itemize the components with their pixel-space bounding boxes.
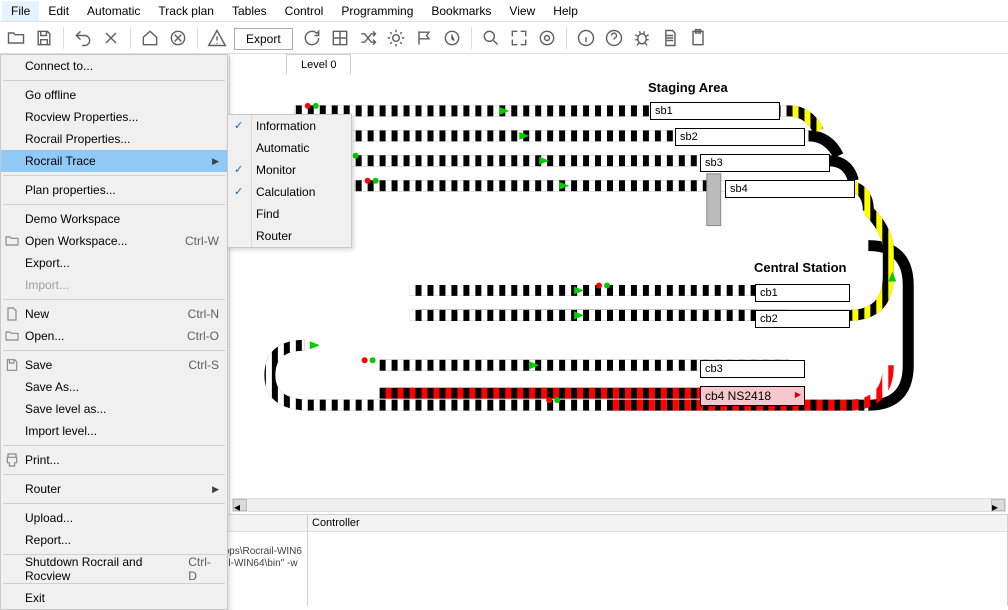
flag-icon[interactable] bbox=[412, 26, 436, 50]
menu-item-connect-to-[interactable]: Connect to... bbox=[1, 55, 227, 77]
level-tab[interactable]: Level 0 bbox=[286, 54, 351, 75]
sun-icon[interactable] bbox=[384, 26, 408, 50]
expand-icon[interactable] bbox=[507, 26, 531, 50]
menu-track-plan[interactable]: Track plan bbox=[149, 1, 223, 21]
menu-bookmarks[interactable]: Bookmarks bbox=[422, 1, 500, 21]
block-cb4[interactable]: cb4 NS2418▶ bbox=[700, 386, 805, 406]
document-icon[interactable] bbox=[658, 26, 682, 50]
refresh-icon[interactable] bbox=[300, 26, 324, 50]
controller-panel: Controller bbox=[308, 515, 1008, 606]
trace-item-automatic[interactable]: Automatic bbox=[228, 137, 351, 159]
cancel-circle-icon[interactable] bbox=[166, 26, 190, 50]
bug-icon[interactable] bbox=[630, 26, 654, 50]
warning-icon[interactable] bbox=[205, 26, 229, 50]
menu-item-rocrail-trace[interactable]: Rocrail Trace▶ bbox=[1, 150, 227, 172]
close-icon[interactable] bbox=[99, 26, 123, 50]
block-cb2[interactable]: cb2 bbox=[755, 310, 850, 328]
scroll-right-nub[interactable]: ▸ bbox=[991, 499, 1005, 511]
controller-panel-header: Controller bbox=[308, 515, 1007, 532]
toolbar bbox=[0, 22, 1008, 54]
trace-item-information[interactable]: Information bbox=[228, 115, 351, 137]
menu-automatic[interactable]: Automatic bbox=[78, 1, 149, 21]
menu-edit[interactable]: Edit bbox=[39, 1, 78, 21]
menu-item-exit[interactable]: Exit bbox=[1, 587, 227, 609]
menu-item-new[interactable]: NewCtrl-N bbox=[1, 303, 227, 325]
menu-tables[interactable]: Tables bbox=[223, 1, 276, 21]
menu-item-import-level-[interactable]: Import level... bbox=[1, 420, 227, 442]
help-icon[interactable] bbox=[602, 26, 626, 50]
save-icon[interactable] bbox=[32, 26, 56, 50]
menu-item-print-[interactable]: Print... bbox=[1, 449, 227, 471]
menu-item-report-[interactable]: Report... bbox=[1, 529, 227, 551]
menu-item-shutdown-rocrail-and-rocview[interactable]: Shutdown Rocrail and RocviewCtrl-D bbox=[1, 558, 227, 580]
block-sb1[interactable]: sb1 bbox=[650, 102, 780, 120]
menu-programming[interactable]: Programming bbox=[332, 1, 422, 21]
menu-item-upload-[interactable]: Upload... bbox=[1, 507, 227, 529]
menu-file[interactable]: File bbox=[2, 1, 39, 21]
central-station-label: Central Station bbox=[754, 260, 846, 275]
menu-view[interactable]: View bbox=[500, 1, 544, 21]
menu-item-open-[interactable]: Open...Ctrl-O bbox=[1, 325, 227, 347]
folder-icon[interactable] bbox=[4, 26, 28, 50]
clock-icon[interactable] bbox=[440, 26, 464, 50]
menubar: File Edit Automatic Track plan Tables Co… bbox=[0, 0, 1008, 22]
menu-item-save[interactable]: SaveCtrl-S bbox=[1, 354, 227, 376]
menu-item-go-offline[interactable]: Go offline bbox=[1, 84, 227, 106]
workspace: Connect to... Go offlineRocview Propertie… bbox=[0, 54, 1008, 514]
home-icon[interactable] bbox=[138, 26, 162, 50]
zoom-icon[interactable] bbox=[479, 26, 503, 50]
block-sb2[interactable]: sb2 bbox=[675, 128, 805, 146]
shuffle-icon[interactable] bbox=[356, 26, 380, 50]
scroll-left-nub[interactable]: ◂ bbox=[233, 499, 247, 511]
menu-item-rocview-properties-[interactable]: Rocview Properties... bbox=[1, 106, 227, 128]
target-icon[interactable] bbox=[535, 26, 559, 50]
menu-item-import-: Import... bbox=[1, 274, 227, 296]
menu-item-plan-properties-[interactable]: Plan properties... bbox=[1, 179, 227, 201]
menu-item-router[interactable]: Router▶ bbox=[1, 478, 227, 500]
trace-item-calculation[interactable]: Calculation bbox=[228, 181, 351, 203]
menu-item-rocrail-properties-[interactable]: Rocrail Properties... bbox=[1, 128, 227, 150]
trace-item-monitor[interactable]: Monitor bbox=[228, 159, 351, 181]
trace-item-find[interactable]: Find bbox=[228, 203, 351, 225]
menu-item-save-level-as-[interactable]: Save level as... bbox=[1, 398, 227, 420]
clipboard-icon[interactable] bbox=[686, 26, 710, 50]
menu-item-export-[interactable]: Export... bbox=[1, 252, 227, 274]
controller-body bbox=[308, 532, 1007, 606]
horizontal-scrollbar[interactable]: ◂ ▸ bbox=[232, 498, 1006, 512]
block-cb1[interactable]: cb1 bbox=[755, 284, 850, 302]
staging-area-label: Staging Area bbox=[648, 80, 728, 95]
rocrail-trace-submenu: ✓InformationAutomatic✓Monitor✓Calculatio… bbox=[227, 114, 352, 248]
menu-control[interactable]: Control bbox=[276, 1, 333, 21]
grid-icon[interactable] bbox=[328, 26, 352, 50]
export-button[interactable]: Export bbox=[234, 28, 293, 50]
trace-item-router[interactable]: Router bbox=[228, 225, 351, 247]
block-sb4[interactable]: sb4 bbox=[725, 180, 855, 198]
undo-icon[interactable] bbox=[71, 26, 95, 50]
info-icon[interactable] bbox=[574, 26, 598, 50]
menu-item-save-as-[interactable]: Save As... bbox=[1, 376, 227, 398]
menu-item-open-workspace-[interactable]: Open Workspace...Ctrl-W bbox=[1, 230, 227, 252]
menu-item-demo-workspace[interactable]: Demo Workspace bbox=[1, 208, 227, 230]
menu-help[interactable]: Help bbox=[544, 1, 587, 21]
block-sb3[interactable]: sb3 bbox=[700, 154, 830, 172]
file-menu-dropdown: Connect to... Go offlineRocview Propertie… bbox=[0, 54, 228, 610]
block-cb3[interactable]: cb3 bbox=[700, 360, 805, 378]
